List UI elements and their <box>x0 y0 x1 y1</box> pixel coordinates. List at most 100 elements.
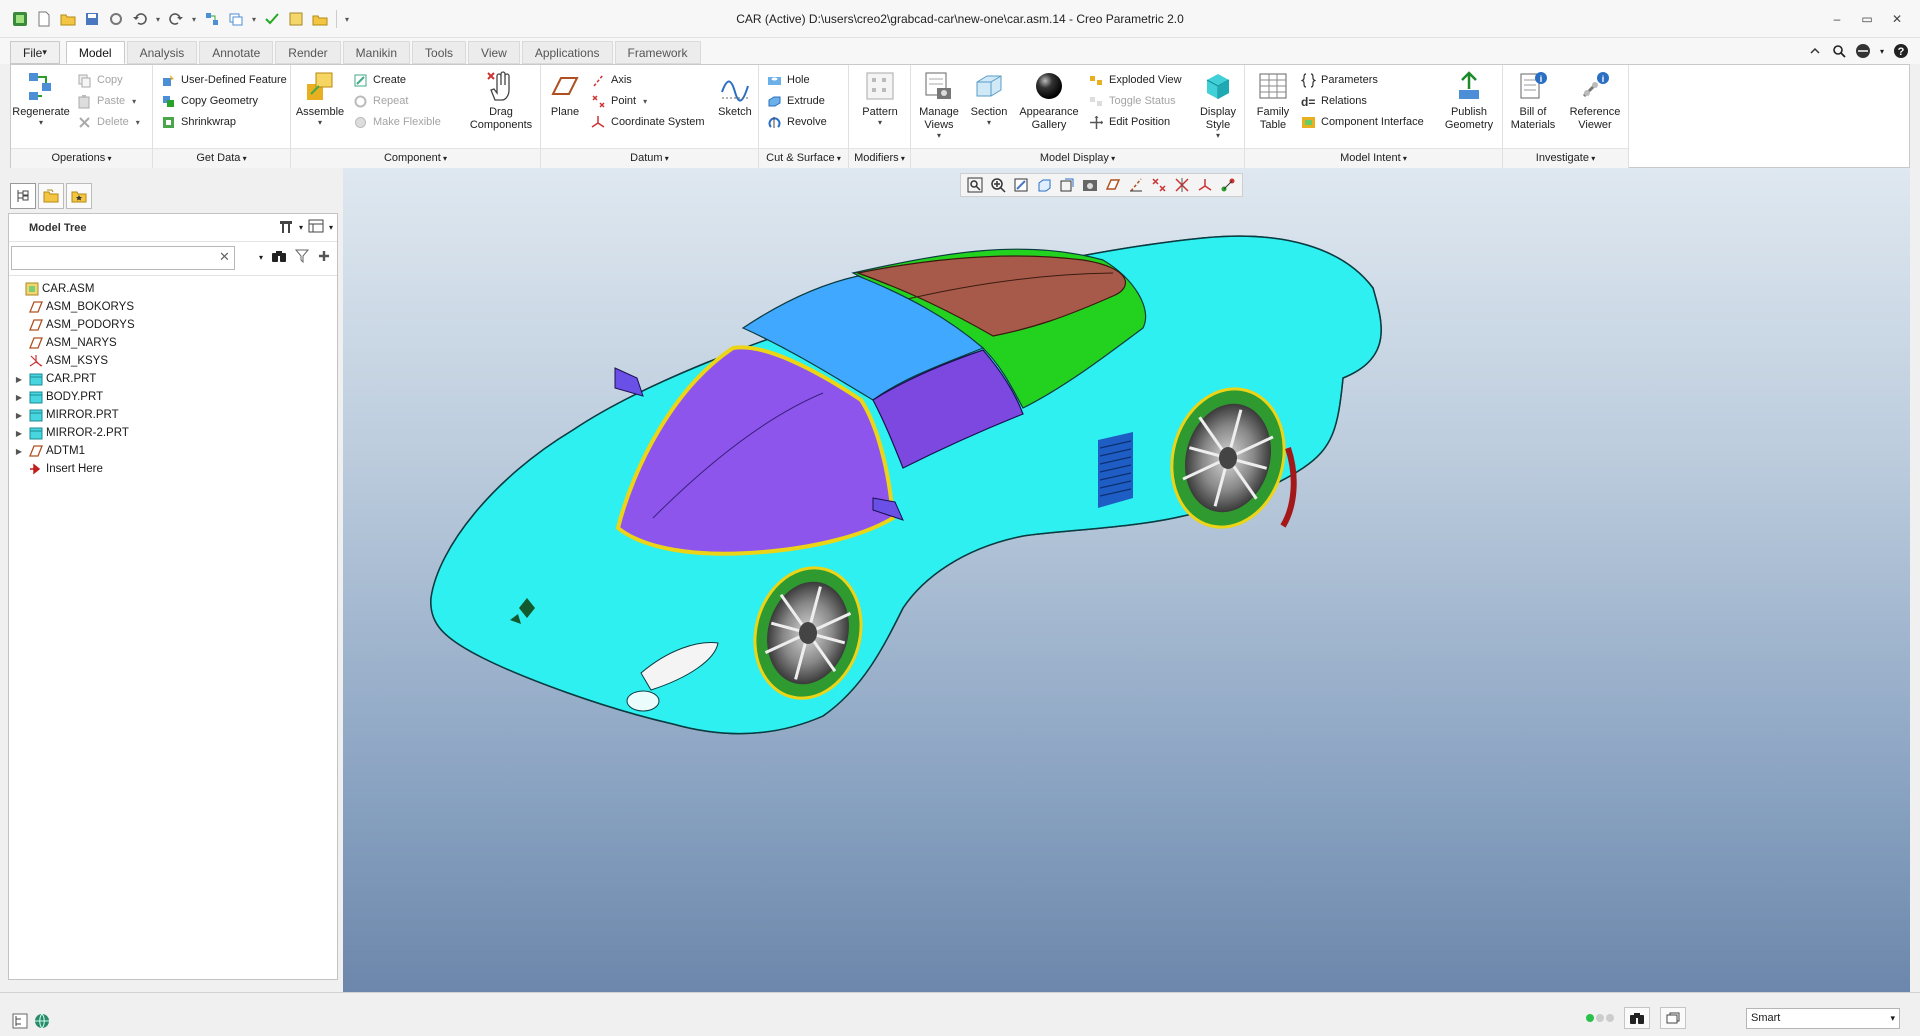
assemble-button[interactable]: Assemble ▾ <box>295 69 345 127</box>
help-icon[interactable]: ? <box>1892 42 1910 60</box>
tree-settings-icon[interactable] <box>277 218 295 237</box>
sketch-button[interactable]: Sketch <box>715 69 755 119</box>
search-icon[interactable] <box>1830 42 1848 60</box>
tree-item[interactable]: ASM_NARYS <box>9 334 337 352</box>
tree-item[interactable]: ▶ ADTM1 <box>9 442 337 460</box>
publish-geometry-button[interactable]: Publish Geometry <box>1441 69 1497 132</box>
tree-item[interactable]: ▶ MIRROR.PRT <box>9 406 337 424</box>
coordinate-system-button[interactable]: Coordinate System <box>591 113 705 131</box>
tab-annotate[interactable]: Annotate <box>199 41 274 64</box>
folder-browser-tab-icon[interactable] <box>38 183 64 209</box>
reference-viewer-button[interactable]: i Reference Viewer <box>1565 69 1625 132</box>
tab-view[interactable]: View <box>468 41 520 64</box>
find-binoculars-icon[interactable] <box>271 249 287 266</box>
selection-filter-select[interactable]: Smart ▾ <box>1746 1007 1900 1029</box>
manage-views-button[interactable]: Manage Views ▾ <box>915 69 963 140</box>
point-button[interactable]: Point ▾ <box>591 92 647 110</box>
copy-geometry-button[interactable]: Copy Geometry <box>161 92 258 110</box>
group-label-model-display[interactable]: Model Display <box>911 148 1244 168</box>
shrinkwrap-button[interactable]: Shrinkwrap <box>161 113 236 131</box>
axis-display-icon[interactable] <box>1148 176 1170 194</box>
show-columns-dropdown-icon[interactable]: ▾ <box>329 223 333 232</box>
minimize-ribbon-icon[interactable] <box>1806 42 1824 60</box>
minimize-icon[interactable]: – <box>1822 8 1852 30</box>
tree-item[interactable]: Insert Here <box>9 460 337 478</box>
close-icon[interactable]: ✕ <box>1882 8 1912 30</box>
find-icon[interactable] <box>1624 1007 1650 1029</box>
expand-arrow-icon[interactable]: ▶ <box>13 411 25 420</box>
regenerate-button[interactable]: Regenerate ▾ <box>12 69 70 127</box>
group-label-operations[interactable]: Operations <box>11 148 152 168</box>
tree-item[interactable]: ▶ BODY.PRT <box>9 388 337 406</box>
make-flexible-button[interactable]: Make Flexible <box>353 113 441 131</box>
family-table-button[interactable]: Family Table <box>1249 69 1297 132</box>
edit-position-button[interactable]: Edit Position <box>1089 113 1170 131</box>
pattern-button[interactable]: Pattern ▾ <box>855 69 905 127</box>
appearance-gallery-button[interactable]: Appearance Gallery <box>1017 69 1081 132</box>
point-display-icon[interactable] <box>1171 176 1193 194</box>
relations-button[interactable]: d= Relations <box>1301 92 1367 110</box>
tree-item[interactable]: ASM_BOKORYS <box>9 298 337 316</box>
refit-icon[interactable] <box>964 176 986 194</box>
drag-components-button[interactable]: Drag Components <box>467 69 535 132</box>
exploded-view-button[interactable]: Exploded View <box>1089 71 1182 89</box>
repeat-button[interactable]: Repeat <box>353 92 408 110</box>
annotation-display-icon[interactable] <box>1217 176 1239 194</box>
side-vent[interactable] <box>1098 432 1133 508</box>
tab-framework[interactable]: Framework <box>614 41 701 64</box>
group-label-component[interactable]: Component <box>291 148 540 168</box>
axis-button[interactable]: Axis <box>591 71 632 89</box>
group-label-get-data[interactable]: Get Data <box>153 148 290 168</box>
community-dropdown-icon[interactable]: ▾ <box>1878 42 1886 60</box>
show-navigator-icon[interactable] <box>12 1013 28 1032</box>
graphics-window[interactable] <box>343 168 1910 992</box>
fog-light[interactable] <box>626 690 660 712</box>
saved-orientations-icon[interactable] <box>1056 176 1078 194</box>
tree-item[interactable]: ▶ CAR.PRT <box>9 370 337 388</box>
copy-button[interactable]: Copy <box>77 71 123 89</box>
bill-of-materials-button[interactable]: i Bill of Materials <box>1505 69 1561 132</box>
zoom-out-icon[interactable] <box>1010 176 1032 194</box>
clear-search-icon[interactable]: ✕ <box>219 249 230 265</box>
parameters-button[interactable]: Parameters <box>1301 71 1378 89</box>
tab-manikin[interactable]: Manikin <box>342 41 411 64</box>
show-browser-icon[interactable] <box>34 1013 50 1032</box>
expand-arrow-icon[interactable]: ▶ <box>13 447 25 456</box>
group-label-model-intent[interactable]: Model Intent <box>1245 148 1502 168</box>
hole-button[interactable]: Hole <box>767 71 810 89</box>
mirror-left[interactable] <box>614 367 644 397</box>
group-label-datum[interactable]: Datum <box>541 148 758 168</box>
tab-applications[interactable]: Applications <box>521 41 613 64</box>
tree-item[interactable]: ▶ MIRROR-2.PRT <box>9 424 337 442</box>
tree-item[interactable]: CAR.ASM <box>9 280 337 298</box>
group-label-modifiers[interactable]: Modifiers <box>849 148 910 168</box>
group-label-cut-surface[interactable]: Cut & Surface <box>759 148 848 168</box>
maximize-icon[interactable]: ▭ <box>1852 8 1882 30</box>
component-interface-button[interactable]: Component Interface <box>1301 113 1424 131</box>
tab-model[interactable]: Model <box>65 41 125 64</box>
model-tree-search-input[interactable] <box>11 246 235 270</box>
expand-arrow-icon[interactable]: ▶ <box>13 393 25 402</box>
paste-button[interactable]: Paste ▾ <box>77 92 136 110</box>
view-manager-icon[interactable] <box>1079 176 1101 194</box>
favorites-tab-icon[interactable] <box>66 183 92 209</box>
expand-arrow-icon[interactable]: ▶ <box>13 429 25 438</box>
tree-item[interactable]: ASM_KSYS <box>9 352 337 370</box>
repaint-icon[interactable] <box>1033 176 1055 194</box>
csys-display-icon[interactable] <box>1194 176 1216 194</box>
tab-tools[interactable]: Tools <box>412 41 467 64</box>
community-icon[interactable] <box>1854 42 1872 60</box>
group-label-investigate[interactable]: Investigate <box>1503 148 1628 168</box>
create-button[interactable]: Create <box>353 71 406 89</box>
expand-arrow-icon[interactable]: ▶ <box>13 375 25 384</box>
tree-settings-dropdown-icon[interactable]: ▾ <box>299 223 303 232</box>
delete-button[interactable]: Delete ▾ <box>77 113 140 131</box>
zoom-in-icon[interactable] <box>987 176 1009 194</box>
revolve-button[interactable]: Revolve <box>767 113 827 131</box>
car-assembly-model[interactable] <box>343 168 1910 992</box>
section-button[interactable]: Section ▾ <box>967 69 1011 127</box>
extrude-button[interactable]: Extrude <box>767 92 825 110</box>
tab-render[interactable]: Render <box>275 41 341 64</box>
display-style-button[interactable]: Display Style ▾ <box>1195 69 1241 140</box>
add-column-icon[interactable] <box>317 249 331 266</box>
